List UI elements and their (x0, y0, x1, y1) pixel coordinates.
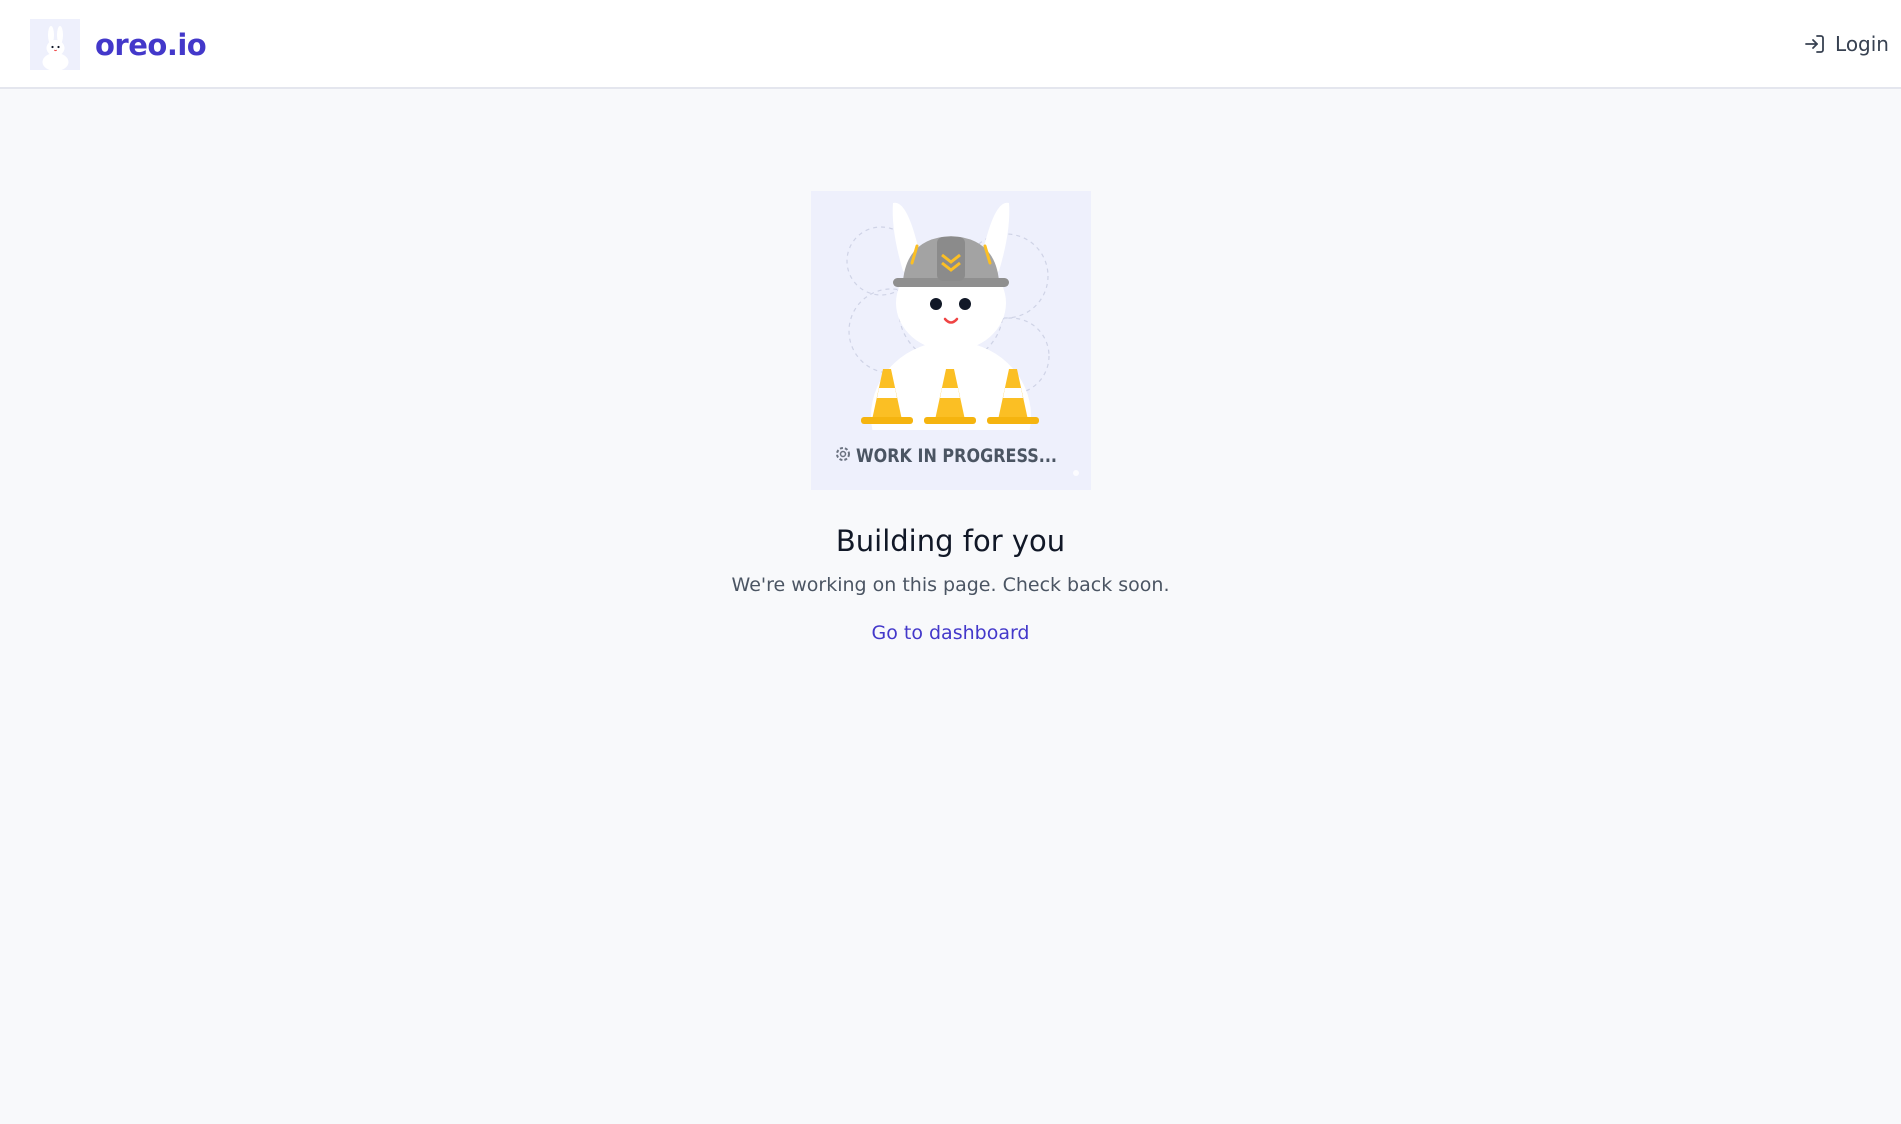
go-to-dashboard-link[interactable]: Go to dashboard (871, 622, 1029, 644)
top-navbar: oreo.io Login (0, 0, 1901, 89)
work-in-progress-illustration: WORK IN PROGRESS... (810, 191, 1091, 490)
page-subtitle: We're working on this page. Check back s… (731, 574, 1170, 596)
main-content: WORK IN PROGRESS... Building for you We'… (0, 191, 1901, 644)
page-title: Building for you (835, 524, 1066, 558)
brand-link[interactable]: oreo.io (30, 19, 207, 70)
brand-name: oreo.io (95, 27, 207, 62)
login-button[interactable]: Login (1803, 32, 1889, 56)
illustration-caption: WORK IN PROGRESS... (856, 445, 1057, 467)
login-label: Login (1835, 32, 1889, 56)
bunny-logo-icon (30, 19, 80, 70)
login-arrow-icon (1805, 35, 1824, 53)
